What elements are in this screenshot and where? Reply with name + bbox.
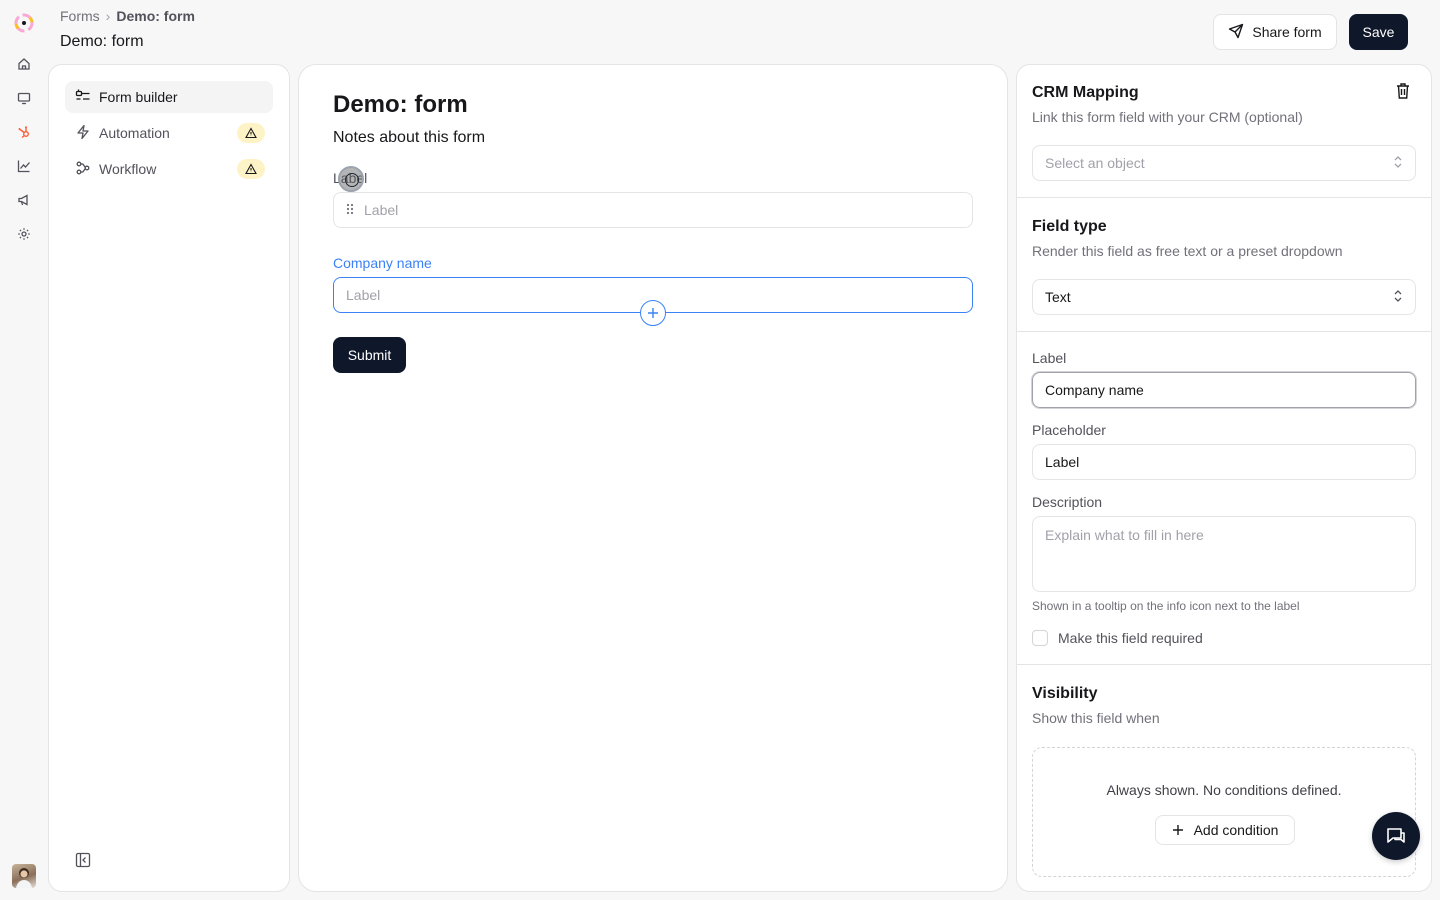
form-builder-icon bbox=[75, 88, 91, 107]
field-type-value: Text bbox=[1045, 289, 1071, 305]
send-icon bbox=[1228, 23, 1244, 42]
required-checkbox-row[interactable]: Make this field required bbox=[1032, 630, 1203, 646]
visibility-title: Visibility bbox=[1032, 685, 1098, 702]
submit-button[interactable]: Submit bbox=[333, 337, 406, 373]
warning-icon bbox=[245, 127, 257, 139]
add-condition-label: Add condition bbox=[1193, 822, 1279, 838]
plus-icon bbox=[648, 308, 658, 318]
crm-mapping-subtitle: Link this form field with your CRM (opti… bbox=[1032, 109, 1303, 125]
chat-support-button[interactable] bbox=[1372, 812, 1420, 860]
breadcrumb-parent[interactable]: Forms bbox=[60, 8, 100, 24]
nav-item-label: Automation bbox=[99, 125, 170, 141]
form-title[interactable]: Demo: form bbox=[333, 91, 468, 119]
field-settings-panel: CRM Mapping Link this form field with yo… bbox=[1016, 64, 1432, 892]
no-conditions-message: Always shown. No conditions defined. bbox=[1106, 782, 1342, 798]
visibility-conditions-box: Always shown. No conditions defined. Add… bbox=[1032, 747, 1416, 877]
lightning-icon bbox=[75, 124, 91, 143]
builder-nav-panel: Form builder Automation Workflow bbox=[48, 64, 290, 892]
megaphone-icon[interactable] bbox=[16, 192, 32, 208]
monitor-icon[interactable] bbox=[16, 90, 32, 106]
field-type-title: Field type bbox=[1032, 218, 1107, 235]
warning-icon bbox=[245, 163, 257, 175]
form-notes[interactable]: Notes about this form bbox=[333, 129, 485, 147]
save-button[interactable]: Save bbox=[1349, 14, 1408, 50]
divider bbox=[1017, 197, 1431, 198]
settings-icon[interactable] bbox=[16, 226, 32, 242]
workflow-icon bbox=[75, 160, 91, 179]
breadcrumb-separator: › bbox=[105, 8, 111, 24]
breadcrumb: Forms › Demo: form bbox=[60, 8, 195, 24]
crm-mapping-title: CRM Mapping bbox=[1032, 84, 1139, 101]
nav-item-form-builder[interactable]: Form builder bbox=[65, 81, 273, 113]
chevron-up-down-icon bbox=[1393, 155, 1403, 172]
user-avatar[interactable] bbox=[12, 864, 36, 888]
nav-item-automation[interactable]: Automation bbox=[65, 117, 273, 149]
placeholder-input[interactable]: Label bbox=[1032, 444, 1416, 480]
description-hint: Shown in a tooltip on the info icon next… bbox=[1032, 599, 1300, 613]
collapse-sidebar-icon[interactable] bbox=[75, 852, 91, 868]
required-checkbox[interactable] bbox=[1032, 630, 1048, 646]
form-field-input[interactable]: Label bbox=[333, 192, 973, 228]
nav-item-workflow[interactable]: Workflow bbox=[65, 153, 273, 185]
label-input[interactable]: Company name bbox=[1032, 372, 1416, 408]
required-checkbox-label: Make this field required bbox=[1058, 630, 1203, 646]
placeholder-field-label: Placeholder bbox=[1032, 422, 1106, 438]
nav-item-label: Form builder bbox=[99, 89, 178, 105]
divider bbox=[1017, 664, 1431, 665]
chevron-up-down-icon bbox=[1393, 289, 1403, 306]
add-condition-button[interactable]: Add condition bbox=[1155, 815, 1295, 845]
icon-rail bbox=[0, 0, 48, 900]
share-form-button[interactable]: Share form bbox=[1213, 14, 1337, 50]
select-placeholder: Select an object bbox=[1045, 155, 1145, 171]
divider bbox=[1017, 331, 1431, 332]
share-form-label: Share form bbox=[1252, 24, 1322, 40]
visibility-subtitle: Show this field when bbox=[1032, 710, 1160, 726]
field-placeholder: Label bbox=[364, 202, 399, 218]
chart-icon[interactable] bbox=[16, 158, 32, 174]
hubspot-icon[interactable] bbox=[16, 124, 32, 140]
form-canvas: Demo: form Notes about this form Label L… bbox=[298, 64, 1008, 892]
selected-field-label[interactable]: Company name bbox=[333, 255, 432, 271]
field-placeholder: Label bbox=[346, 287, 381, 303]
crm-object-select[interactable]: Select an object bbox=[1032, 145, 1416, 181]
description-textarea[interactable]: Explain what to fill in here bbox=[1032, 516, 1416, 592]
drag-cursor-indicator bbox=[338, 166, 364, 192]
description-field-label: Description bbox=[1032, 494, 1103, 510]
trash-icon[interactable] bbox=[1395, 82, 1411, 100]
breadcrumb-current: Demo: form bbox=[116, 8, 195, 24]
field-type-subtitle: Render this field as free text or a pres… bbox=[1032, 243, 1343, 259]
app-logo[interactable] bbox=[13, 12, 35, 34]
warning-badge bbox=[237, 123, 265, 143]
page-title: Demo: form bbox=[60, 33, 144, 50]
add-field-button[interactable] bbox=[640, 300, 666, 326]
warning-badge bbox=[237, 159, 265, 179]
nav-item-label: Workflow bbox=[99, 161, 157, 177]
field-type-select[interactable]: Text bbox=[1032, 279, 1416, 315]
plus-icon bbox=[1172, 825, 1183, 835]
label-field-label: Label bbox=[1032, 350, 1067, 366]
chat-icon bbox=[1387, 828, 1405, 843]
drag-handle-icon[interactable] bbox=[346, 202, 354, 218]
home-icon[interactable] bbox=[16, 56, 32, 72]
